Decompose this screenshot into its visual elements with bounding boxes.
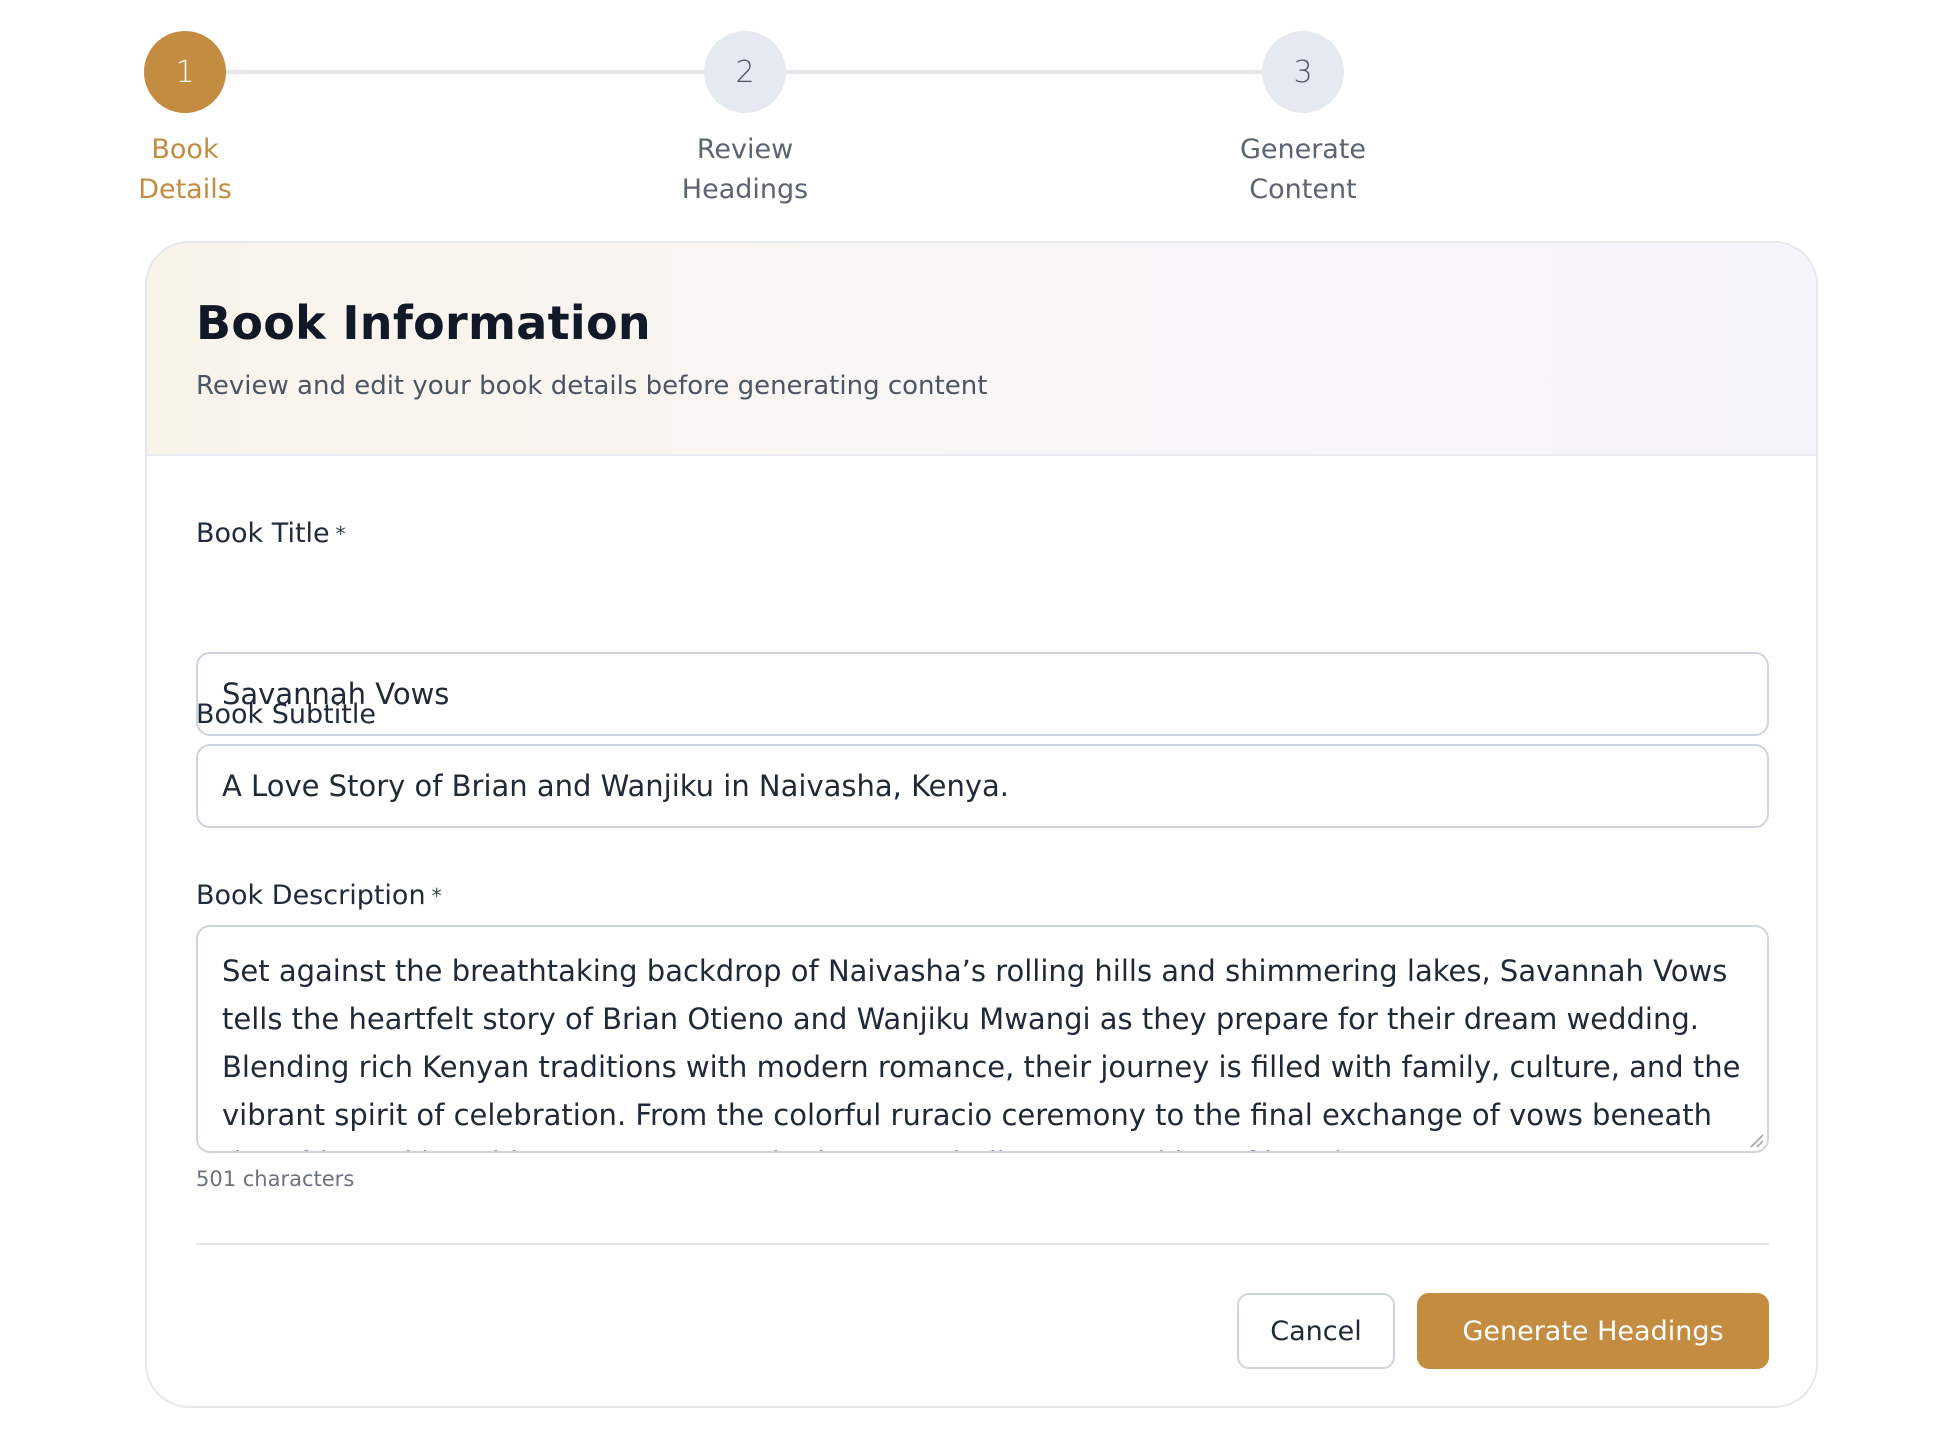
book-subtitle-label: Book Subtitle [196, 698, 376, 732]
card-header: Book Information Review and edit your bo… [147, 243, 1816, 456]
book-title-input[interactable]: Savannah Vows [196, 652, 1769, 736]
resize-handle-icon[interactable] [1747, 1131, 1765, 1149]
book-title-label-text: Book Title [196, 518, 330, 549]
stepper-connector-1-2 [226, 70, 705, 74]
step-label-line2: Headings [681, 174, 809, 205]
step-label: Generate Content [1203, 130, 1403, 210]
form-divider [196, 1243, 1769, 1245]
book-description-label-text: Book Description [196, 880, 426, 911]
step-number-badge: 2 [704, 31, 786, 113]
generate-headings-button[interactable]: Generate Headings [1417, 1293, 1769, 1369]
step-label: Book Details [85, 130, 285, 210]
book-subtitle-label-text: Book Subtitle [196, 699, 376, 730]
step-number-badge: 3 [1262, 31, 1344, 113]
step-label-line1: Review [696, 134, 794, 165]
step-label-line1: Generate [1239, 134, 1367, 165]
required-marker: * [431, 884, 442, 908]
step-label-line1: Book [151, 134, 219, 165]
character-count: 501 characters [196, 1167, 355, 1191]
required-marker: * [335, 522, 346, 546]
book-description-label: Book Description * [196, 879, 442, 913]
page-subtitle: Review and edit your book details before… [196, 371, 988, 401]
book-description-textarea[interactable]: Set against the breathtaking backdrop of… [196, 925, 1769, 1153]
step-label: Review Headings [645, 130, 845, 210]
step-label-line2: Details [138, 174, 232, 205]
book-title-label: Book Title * [196, 517, 346, 551]
step-number-badge: 1 [144, 31, 226, 113]
book-subtitle-input[interactable]: A Love Story of Brian and Wanjiku in Nai… [196, 744, 1769, 828]
step-review-headings[interactable]: 2 Review Headings [645, 31, 845, 210]
step-book-details[interactable]: 1 Book Details [85, 31, 285, 210]
stepper-connector-2-3 [785, 70, 1263, 74]
book-information-card: Book Information Review and edit your bo… [145, 241, 1818, 1408]
step-label-line2: Content [1249, 174, 1357, 205]
step-generate-content[interactable]: 3 Generate Content [1203, 31, 1403, 210]
cancel-button[interactable]: Cancel [1237, 1293, 1395, 1369]
progress-stepper: 1 Book Details 2 Review Headings 3 Gener… [0, 0, 1948, 230]
book-description-text: Set against the breathtaking backdrop of… [222, 954, 1741, 1151]
page-title: Book Information [196, 296, 651, 350]
